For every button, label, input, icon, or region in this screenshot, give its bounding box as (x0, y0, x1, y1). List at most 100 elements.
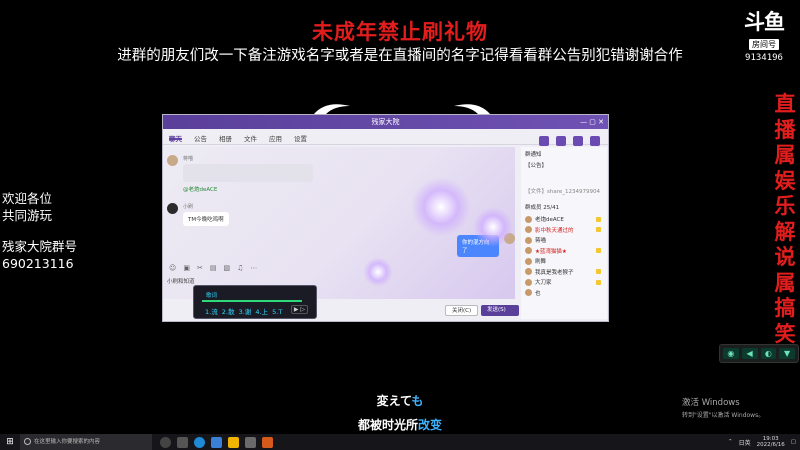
record-icon[interactable]: ◉ (723, 348, 739, 359)
notice-text: 【公告】 (525, 163, 548, 169)
badge-icon (596, 279, 601, 285)
left-notes: 欢迎各位 共同游玩 残家大院群号 690213116 (2, 190, 77, 272)
sparkle-effect-icon (363, 257, 393, 287)
avatar (525, 247, 532, 255)
message-bubble: TM今晚吃鸡啊 (183, 212, 229, 226)
obs-icon[interactable] (245, 436, 256, 448)
gif-icon[interactable]: ▣ (183, 264, 190, 272)
member-item[interactable]: 刷舞 (521, 256, 607, 267)
image-icon[interactable]: ▧ (223, 264, 230, 272)
clock[interactable]: 19:03 2022/6/16 (757, 436, 785, 449)
badge-icon (596, 269, 601, 275)
lyric-line-1: 変えても (376, 394, 424, 408)
room-number: 9134196 (745, 53, 783, 63)
banner-subtitle: 进群的朋友们改一下备注游戏名字或者是在直播间的名字记得看看群公告别犯错谢谢合作 (117, 48, 683, 64)
theme-icon[interactable]: ◐ (760, 348, 777, 359)
banner-title: 未成年禁止刷礼物 (312, 20, 488, 44)
sparkle-effect-icon (473, 207, 513, 247)
tab-settings[interactable]: 设置 (294, 133, 307, 143)
music-icon[interactable]: ♫ (237, 264, 243, 272)
taskbar-search[interactable]: 在这里输入你要搜索的内容 (20, 434, 152, 450)
music-lyric-player[interactable]: 歌词 1.流 2.散 3.谢 4.上 5.T ▶ ▷ (193, 285, 317, 319)
lyric-list: 1.流 2.散 3.谢 4.上 5.T (205, 308, 283, 316)
avatar (525, 236, 532, 244)
edge-icon[interactable] (194, 436, 205, 448)
input-toolbar: ☺ ▣ ✂ ▤ ▧ ♫ ⋯ (169, 264, 257, 272)
system-tray: ⌃ 日英 19:03 2022/6/16 ▢ (728, 436, 800, 449)
welcome-line: 欢迎各位 (2, 191, 53, 206)
member-item[interactable]: 我真是我老猴子 (521, 267, 607, 278)
avatar (525, 226, 532, 234)
activate-windows-watermark: 激活 Windows 转到"设置"以激活 Windows。 (682, 398, 765, 419)
progress-track[interactable] (202, 300, 302, 302)
message-bubble (183, 164, 313, 182)
emoji-icon[interactable]: ☺ (169, 264, 176, 272)
explorer-icon[interactable] (228, 436, 239, 448)
group-sidebar: 群通知 【公告】 【文件】share_1234979904 群成员 25/41 … (521, 147, 607, 319)
member-item[interactable]: 大刀家 (521, 277, 607, 288)
input-hint[interactable]: 小刷和知道 (167, 277, 195, 285)
avatar (525, 215, 532, 223)
chat-area: 蒋喵 @老炮deACE 小刷 TM今晚吃鸡啊 你的混方向了 (163, 147, 515, 299)
task-view-icon[interactable] (177, 436, 188, 448)
message-1: 蒋喵 @老炮deACE (167, 155, 313, 193)
notification-icon[interactable]: ▢ (791, 439, 796, 445)
send-button[interactable]: 发送(S) (481, 305, 519, 316)
avatar[interactable] (167, 203, 178, 214)
sender-name: 蒋喵 (183, 156, 194, 162)
taskbar-apps (160, 436, 273, 448)
message-2: 小刷 TM今晚吃鸡啊 (167, 203, 229, 226)
member-item[interactable]: 影中秋天通过的 (521, 225, 607, 236)
close-button[interactable]: 关闭(C) (445, 305, 479, 316)
add-member-icon[interactable] (590, 136, 600, 146)
member-item[interactable]: 老炮deACE (521, 214, 607, 225)
member-list: 老炮deACE 影中秋天通过的 蒋喵 ★蓝湾猫猫★ 刷舞 我真是我老猴子 大刀家… (521, 214, 607, 298)
qq-window-title: 残家大院 (371, 118, 400, 126)
play-controls[interactable]: ▶ ▷ (290, 305, 308, 314)
cut-icon[interactable]: ✂ (197, 264, 203, 272)
down-icon[interactable]: ▼ (779, 348, 795, 359)
avatar[interactable] (167, 155, 178, 166)
ime-indicator[interactable]: 日英 (739, 438, 751, 447)
members-label: 群成员 25/41 (525, 205, 560, 211)
lyric-line-2: 都被时光所改变 (357, 418, 443, 432)
member-item[interactable]: 也 (521, 288, 607, 299)
avatar (525, 278, 532, 286)
more-icon[interactable]: ⋯ (250, 264, 257, 272)
file-text: 【文件】share_1234979904 (525, 189, 600, 195)
window-controls[interactable]: — ▢ ✕ (580, 115, 604, 129)
logo-mark: 斗鱼 (744, 10, 785, 34)
stream-screen: 未成年禁止刷礼物 进群的朋友们改一下备注游戏名字或者是在直播间的名字记得看看群公… (0, 0, 800, 450)
tab-album[interactable]: 相册 (219, 133, 232, 143)
member-item[interactable]: 蒋喵 (521, 235, 607, 246)
app-icon[interactable] (211, 436, 222, 448)
start-button-icon[interactable]: ⊞ (0, 437, 20, 447)
tray-icon[interactable]: ⌃ (728, 439, 733, 445)
room-label: 房间号 (749, 39, 779, 50)
qq-action-icons (539, 136, 600, 146)
file-icon[interactable]: ▤ (210, 264, 217, 272)
tab-chat[interactable]: 聊天 (169, 133, 182, 143)
badge-icon (596, 227, 601, 233)
phone-icon[interactable] (539, 136, 549, 146)
group-label: 残家大院群号 (2, 239, 78, 254)
windows-taskbar: ⊞ 在这里输入你要搜索的内容 ⌃ 日英 19:03 2022/6/16 ▢ (0, 434, 800, 450)
cortana-icon[interactable] (160, 436, 171, 448)
badge-icon (596, 216, 601, 222)
video-icon[interactable] (556, 136, 566, 146)
overlay-widget: ◉ ◀ ◐ ▼ (719, 344, 799, 363)
tab-files[interactable]: 文件 (244, 133, 257, 143)
avatar (525, 268, 532, 276)
tab-notice[interactable]: 公告 (194, 133, 207, 143)
qq-titlebar: 残家大院 — ▢ ✕ (163, 115, 608, 129)
member-item[interactable]: ★蓝湾猫猫★ (521, 246, 607, 257)
live-app-icon[interactable] (262, 436, 273, 448)
notice-label: 群通知 (525, 152, 542, 158)
douyu-logo: 斗鱼 房间号 9134196 (736, 10, 792, 64)
avatar (525, 289, 532, 297)
screen-share-icon[interactable] (573, 136, 583, 146)
back-icon[interactable]: ◀ (741, 348, 758, 359)
tab-apps[interactable]: 应用 (269, 133, 282, 143)
play-line: 共同游玩 (2, 208, 53, 223)
badge-icon (596, 248, 601, 254)
